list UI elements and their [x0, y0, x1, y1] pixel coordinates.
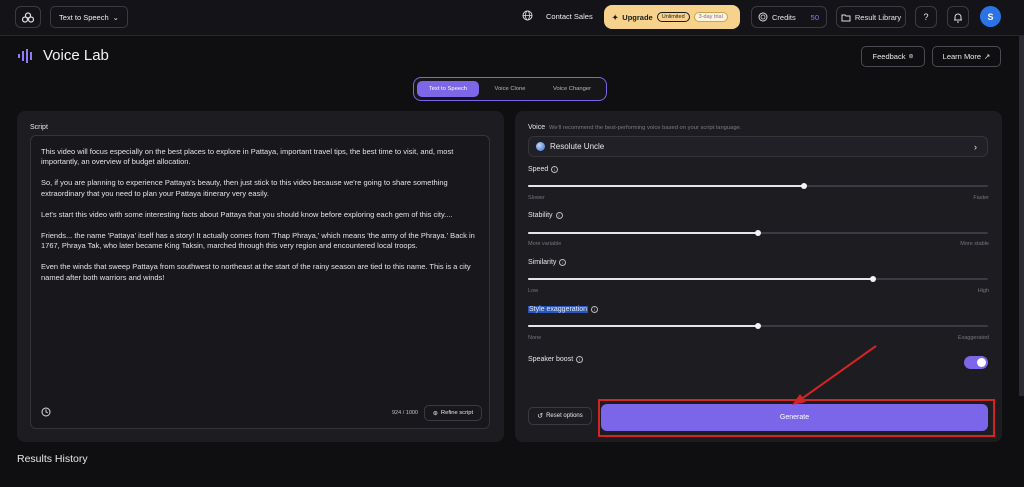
annotation-arrow-icon [792, 345, 877, 405]
scrollbar[interactable] [1019, 36, 1024, 396]
results-history-heading: Results History [17, 453, 88, 465]
